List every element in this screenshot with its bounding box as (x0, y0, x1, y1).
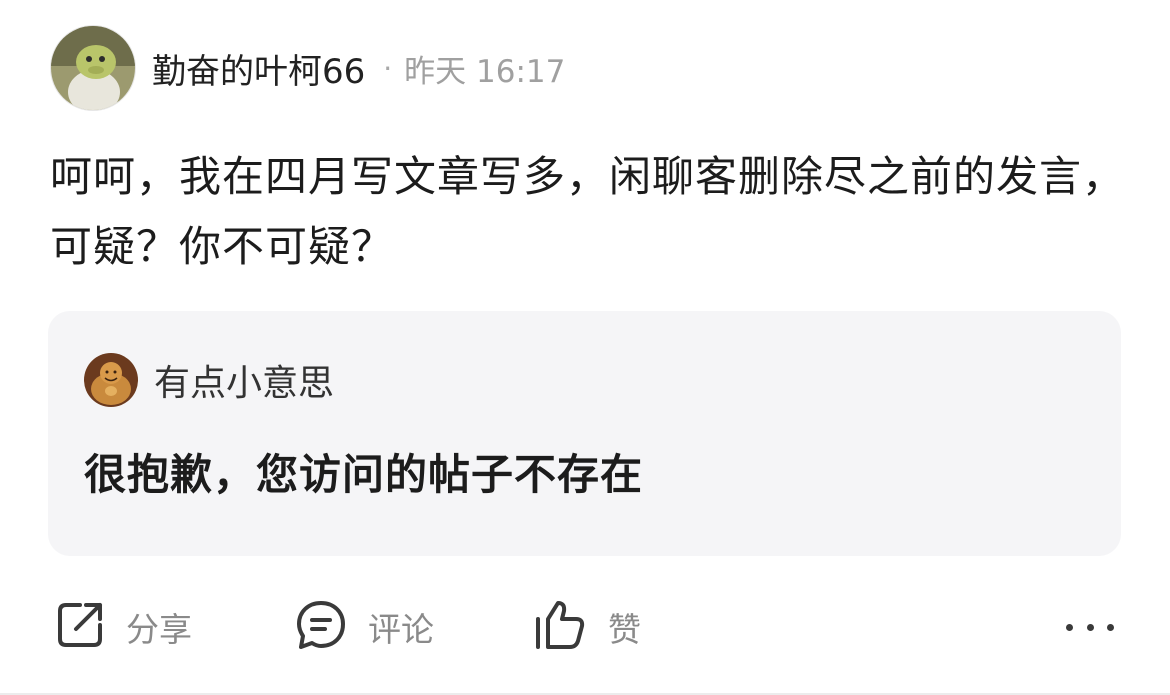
quoted-post-header: 有点小意思 (84, 353, 334, 407)
more-icon[interactable] (1066, 610, 1114, 644)
like-label: 赞 (608, 610, 641, 649)
post-card: 勤奋的叶柯66 · 昨天 16:17 呵呵，我在四月写文章写多，闲聊客删除尽之前… (0, 0, 1170, 695)
share-icon (54, 599, 106, 655)
more-dot (1107, 623, 1114, 631)
author-name[interactable]: 勤奋的叶柯66 (152, 44, 365, 93)
quoted-post-card[interactable]: 有点小意思 很抱歉，您访问的帖子不存在 (48, 311, 1121, 556)
share-label: 分享 (126, 610, 192, 649)
post-content: 呵呵，我在四月写文章写多，闲聊客删除尽之前的发言，可疑？你不可疑？ (50, 152, 1126, 271)
thumbs-up-icon (532, 597, 588, 657)
author-avatar[interactable] (50, 25, 136, 111)
more-dot (1066, 623, 1073, 631)
quoted-user-avatar (84, 353, 138, 407)
like-button[interactable]: 赞 (532, 596, 641, 658)
comment-label: 评论 (368, 610, 434, 649)
share-button[interactable]: 分享 (54, 596, 192, 658)
comment-icon (294, 598, 348, 656)
more-dot (1086, 623, 1094, 631)
post-time: 昨天 16:17 (404, 53, 566, 90)
quoted-post-text: 很抱歉，您访问的帖子不存在 (84, 450, 644, 499)
comment-button[interactable]: 评论 (294, 596, 434, 658)
quoted-user-name[interactable]: 有点小意思 (154, 354, 334, 406)
meta-separator: · (383, 51, 393, 85)
action-bar: 分享 评论 赞 (50, 596, 1120, 658)
post-header: 勤奋的叶柯66 · 昨天 16:17 (50, 24, 565, 112)
